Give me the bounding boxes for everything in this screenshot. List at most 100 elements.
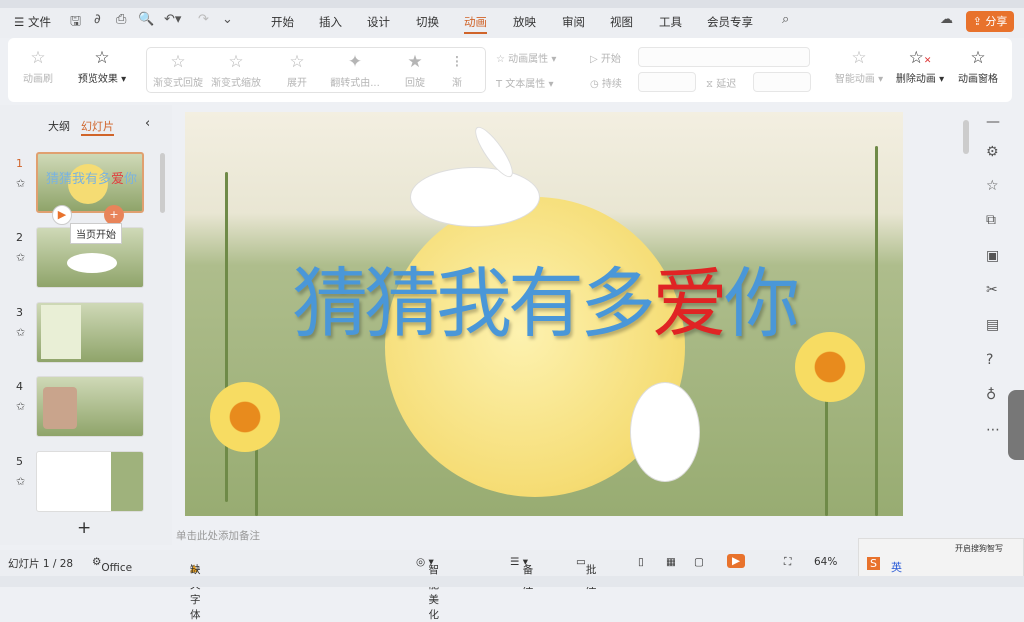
star-play-icon: ☆: [94, 48, 110, 68]
slide-thumbnail-1[interactable]: 猜猜我有多爱你: [36, 152, 144, 213]
smart-animation-button[interactable]: ☆ 智能动画 ▾: [832, 46, 886, 85]
star-list-icon: ☆: [970, 48, 986, 68]
tab-design[interactable]: 设计: [367, 14, 390, 30]
tab-home[interactable]: 开始: [271, 14, 294, 30]
tab-transition[interactable]: 切换: [416, 14, 439, 30]
shirt-icon[interactable]: ♁: [986, 387, 996, 403]
effect-spin-fade[interactable]: ☆ 渐变式回旋: [149, 50, 207, 89]
missing-font-text: 缺失字体: [190, 564, 201, 621]
share-button[interactable]: ⇪ 分享: [966, 11, 1014, 32]
reading-view-icon[interactable]: ▢: [694, 556, 704, 568]
cloud-icon[interactable]: ☁: [940, 12, 953, 27]
preview-effect-button[interactable]: ☆ 预览效果 ▾: [72, 46, 132, 85]
tab-outline[interactable]: 大纲: [48, 118, 70, 134]
delay-input[interactable]: [753, 72, 811, 92]
effect-zoom-fade[interactable]: ☆ 渐变式缩放: [207, 50, 265, 89]
print-preview-icon[interactable]: 🔍: [138, 12, 154, 27]
fit-icon[interactable]: ⛶: [784, 556, 791, 569]
side-handle[interactable]: [1008, 390, 1024, 460]
settings-sliders-icon[interactable]: ⚙: [986, 144, 999, 160]
search-icon[interactable]: ⌕: [782, 12, 789, 27]
effect-star-icon: ✦: [347, 52, 363, 72]
add-slide-button[interactable]: +: [104, 205, 124, 225]
file-menu[interactable]: ☰ 文件: [14, 14, 51, 30]
animation-properties-button[interactable]: ☆ 动画属性 ▾: [496, 50, 556, 65]
help-icon[interactable]: ?: [986, 352, 993, 368]
play-from-slide-button[interactable]: ▶: [52, 205, 72, 225]
more-icon[interactable]: ⋯: [986, 422, 1000, 438]
ime-language[interactable]: 英: [891, 559, 902, 575]
minimize-icon[interactable]: —: [986, 114, 1000, 130]
taskbar: [0, 576, 1024, 587]
switch-icon[interactable]: ⧉: [986, 212, 996, 228]
new-slide-icon[interactable]: +: [77, 518, 91, 538]
notes-button[interactable]: ☰ 备注 ▾: [510, 556, 533, 591]
tab-slides[interactable]: 幻灯片: [81, 118, 114, 136]
delay-label: ⧖ 延迟: [706, 79, 737, 90]
title-red-char: 爱: [652, 259, 728, 348]
zoom-level[interactable]: 64%: [814, 556, 837, 568]
slide-thumbnail-5[interactable]: [36, 451, 144, 512]
redo-icon[interactable]: ↷: [198, 12, 209, 27]
delete-animation-button[interactable]: ☆✕ 删除动画 ▾: [892, 46, 948, 85]
smart-star-icon: ☆: [851, 48, 867, 68]
grid-view-icon[interactable]: ▦: [666, 556, 676, 568]
gallery-scroll-icon[interactable]: ⁝: [447, 50, 467, 74]
text-properties-button[interactable]: T 文本属性 ▾: [496, 75, 554, 90]
tab-view[interactable]: 视图: [610, 14, 633, 30]
play-button[interactable]: ▶: [727, 554, 746, 568]
collapse-panel-icon[interactable]: ‹: [145, 116, 150, 131]
star-brush-icon: ☆: [30, 48, 46, 68]
map-icon[interactable]: ▤: [986, 317, 999, 333]
comment-button[interactable]: ▭ 批注: [576, 556, 596, 591]
effect-label: 翻转式由...: [330, 78, 380, 89]
effect-expand[interactable]: ☆ 展开: [272, 50, 322, 89]
theme-label[interactable]: ⚙ Office 主题: [92, 556, 132, 588]
more-icon[interactable]: ⌄: [222, 12, 233, 27]
slide-canvas[interactable]: 猜猜我有多爱你: [185, 112, 903, 516]
slide-number: 3: [16, 306, 23, 319]
smart-label: 智能动画: [834, 74, 875, 85]
tab-review[interactable]: 审阅: [562, 14, 585, 30]
print-icon[interactable]: ⎙: [116, 12, 126, 27]
tab-animation[interactable]: 动画: [464, 14, 487, 34]
tab-insert[interactable]: 插入: [319, 14, 342, 30]
undo-icon[interactable]: ↶▾: [164, 12, 181, 27]
smart-beautify-button[interactable]: ◎ 智能美化 ▾: [416, 556, 439, 621]
effect-partial[interactable]: ⁝ 渐: [447, 50, 467, 89]
notes-area[interactable]: 单击此处添加备注: [172, 522, 972, 546]
animation-star-icon: ✩: [16, 475, 26, 488]
effect-spin[interactable]: ★ 回旋: [395, 50, 435, 89]
duration-input[interactable]: [638, 72, 696, 92]
panel-scrollbar[interactable]: [160, 153, 165, 213]
save-icon[interactable]: 🖫: [70, 12, 81, 34]
share-label: 分享: [985, 15, 1008, 28]
tools-icon[interactable]: ✂: [986, 282, 998, 298]
animation-painter-button[interactable]: ☆ 动画刷: [18, 46, 58, 85]
slide-thumbnail-4[interactable]: [36, 376, 144, 437]
slide-number: 2: [16, 231, 23, 244]
pane-label: 动画窗格: [958, 74, 998, 85]
ime-tip: 开启搜狗智写: [955, 544, 1003, 553]
animation-pane-button[interactable]: ☆ 动画窗格: [954, 46, 1002, 85]
star-icon[interactable]: ☆: [986, 178, 999, 194]
slide-thumbnail-3[interactable]: [36, 302, 144, 363]
rabbit-bottom: [630, 382, 700, 482]
slide-counter: 幻灯片 1 / 28: [8, 558, 74, 570]
title-text: 猜猜我有多: [292, 259, 656, 348]
link-icon[interactable]: ∂: [94, 12, 101, 27]
effect-label: 渐: [452, 78, 462, 89]
effect-flip[interactable]: ✦ 翻转式由...: [325, 50, 385, 89]
window-tabs: [0, 0, 1024, 8]
tab-slideshow[interactable]: 放映: [513, 14, 536, 30]
start-select[interactable]: [638, 47, 810, 67]
star-delete-icon: ☆✕: [908, 48, 932, 68]
normal-view-icon[interactable]: ▯: [638, 556, 644, 568]
tab-member[interactable]: 会员专享: [707, 14, 753, 30]
slide-scrollbar[interactable]: [963, 120, 969, 154]
sogou-logo-icon: S: [867, 557, 880, 570]
tab-tools[interactable]: 工具: [659, 14, 682, 30]
file-label: 文件: [27, 15, 51, 29]
beautify-icon[interactable]: ▣: [986, 248, 999, 264]
slide-title[interactable]: 猜猜我有多爱你: [185, 242, 903, 352]
